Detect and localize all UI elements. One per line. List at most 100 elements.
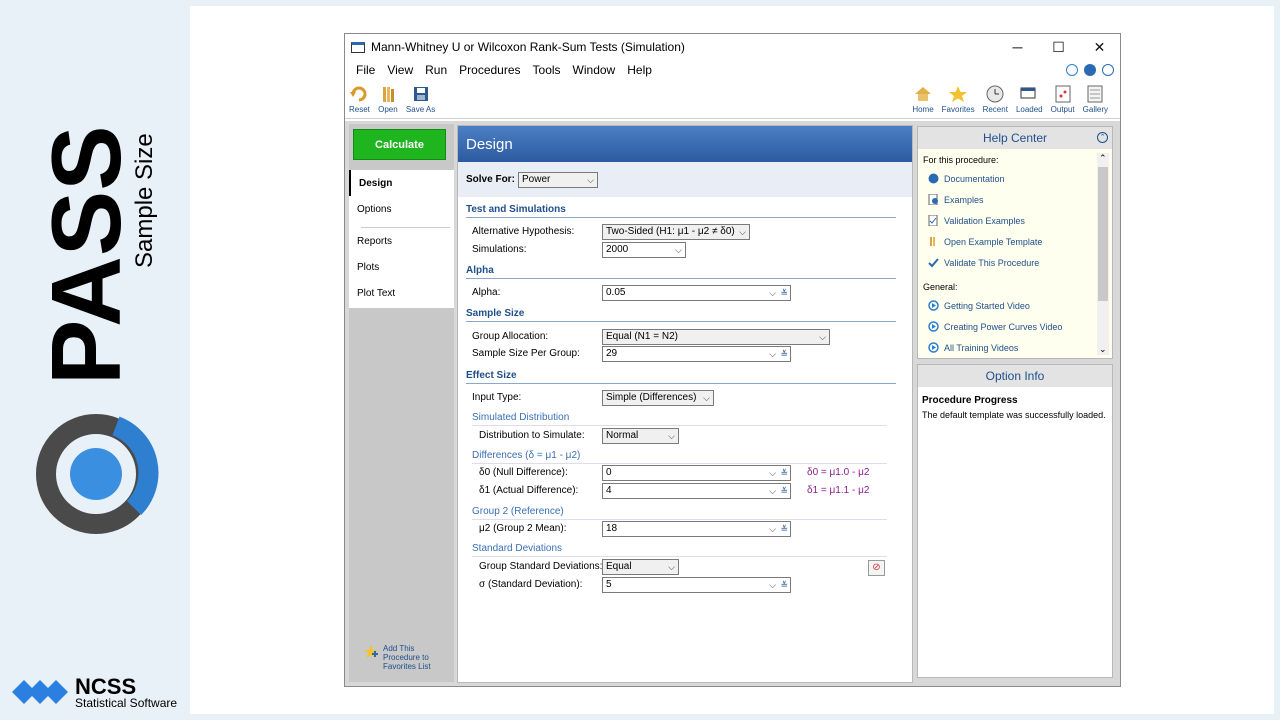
scroll-up-icon[interactable]: ⌃ bbox=[1099, 153, 1107, 164]
left-navigation: Calculate Design Options Reports Plots P… bbox=[349, 124, 454, 682]
subsection-standard-deviations: Standard Deviations bbox=[472, 543, 887, 557]
collapse-icon[interactable]: ⌃ bbox=[1097, 132, 1108, 143]
loaded-button[interactable]: Loaded bbox=[1016, 84, 1043, 114]
window-icon bbox=[1020, 87, 1036, 99]
menu-procedures[interactable]: Procedures bbox=[453, 63, 526, 77]
pass-logo-text: PASS bbox=[40, 125, 130, 385]
sample-size-input[interactable]: 29 ⌵ ≚ bbox=[602, 346, 791, 362]
open-label: Open bbox=[378, 105, 398, 114]
minimize-button[interactable]: ─ bbox=[997, 39, 1038, 55]
group-sd-select[interactable]: Equal ⌵ bbox=[602, 559, 679, 575]
menu-window[interactable]: Window bbox=[567, 63, 622, 77]
help-icon[interactable] bbox=[1084, 63, 1096, 76]
alpha-input[interactable]: 0.05 ⌵ ≚ bbox=[602, 285, 791, 301]
help-scrollbar[interactable]: ⌃ ⌄ bbox=[1097, 153, 1109, 355]
sample-size-tagline: Sample Size bbox=[131, 133, 158, 268]
tab-plot-text[interactable]: Plot Text bbox=[349, 280, 454, 306]
reset-section-button[interactable]: ⊘ bbox=[868, 560, 885, 576]
double-chevron-icon[interactable]: ≚ bbox=[780, 484, 788, 498]
help-center-header: Help Center ⌃ bbox=[918, 127, 1112, 149]
help-link-label: Validate This Procedure bbox=[944, 257, 1040, 268]
output-icon bbox=[1055, 85, 1071, 103]
svg-text:Sample Size: Sample Size bbox=[131, 133, 158, 268]
save-as-label: Save As bbox=[405, 105, 436, 114]
dist-label: Distribution to Simulate: bbox=[479, 430, 585, 441]
group-sd-label: Group Standard Deviations: bbox=[479, 561, 603, 572]
menu-view[interactable]: View bbox=[381, 63, 419, 77]
save-as-button[interactable]: Save As bbox=[406, 84, 435, 114]
menu-file[interactable]: File bbox=[350, 63, 381, 77]
simulations-input[interactable]: 2000 ⌵ bbox=[602, 242, 686, 258]
menu-help[interactable]: Help bbox=[621, 63, 658, 77]
menu-tools[interactable]: Tools bbox=[527, 63, 567, 77]
gallery-button[interactable]: Gallery bbox=[1083, 84, 1108, 114]
open-button[interactable]: Open bbox=[378, 84, 398, 114]
section-effect-size: Effect Size bbox=[466, 370, 896, 384]
output-button[interactable]: Output bbox=[1051, 84, 1075, 114]
delta0-input[interactable]: 0 ⌵ ≚ bbox=[602, 465, 791, 481]
dist-select[interactable]: Normal ⌵ bbox=[602, 428, 679, 444]
help-link-documentation[interactable]: Documentation bbox=[928, 173, 1005, 184]
group-alloc-select[interactable]: Equal (N1 = N2) ⌵ bbox=[602, 329, 830, 345]
tab-plots[interactable]: Plots bbox=[349, 254, 454, 280]
chevron-down-icon: ⌵ bbox=[819, 332, 826, 342]
favorites-button[interactable]: Favorites bbox=[942, 84, 975, 114]
mu2-input[interactable]: 18 ⌵ ≚ bbox=[602, 521, 791, 537]
delta0-note: δ0 = μ1.0 - μ2 bbox=[807, 467, 870, 478]
play-video-icon[interactable] bbox=[1066, 63, 1078, 76]
group-alloc-value: Equal (N1 = N2) bbox=[606, 331, 678, 342]
help-link-all-training-videos[interactable]: All Training Videos bbox=[928, 342, 1018, 353]
chevron-down-icon: ⌵ bbox=[587, 175, 594, 185]
add-fav-line-3: Favorites List bbox=[383, 662, 431, 671]
calculate-button[interactable]: Calculate bbox=[353, 129, 446, 160]
collapse-ribbon-icon[interactable] bbox=[1102, 63, 1114, 76]
maximize-button[interactable]: ☐ bbox=[1038, 39, 1079, 56]
home-button[interactable]: Home bbox=[912, 84, 934, 114]
favorites-label: Favorites bbox=[941, 105, 975, 114]
sample-size-label: Sample Size Per Group: bbox=[472, 348, 580, 359]
recent-button[interactable]: Recent bbox=[983, 84, 1008, 114]
simulations-value: 2000 bbox=[606, 244, 629, 255]
add-to-favorites-link[interactable]: Add This Procedure to Favorites List bbox=[363, 644, 453, 671]
alt-hyp-value: Two-Sided (H1: μ1 - μ2 ≠ δ0) bbox=[606, 226, 735, 237]
help-link-label: Validation Examples bbox=[944, 215, 1025, 226]
scroll-thumb[interactable] bbox=[1098, 167, 1108, 301]
help-link-open-example-template[interactable]: Open Example Template bbox=[928, 236, 1042, 247]
procedure-progress-title: Procedure Progress bbox=[922, 395, 1018, 406]
chevron-down-icon: ⌵ bbox=[769, 468, 776, 478]
input-type-select[interactable]: Simple (Differences) ⌵ bbox=[602, 390, 714, 406]
double-chevron-icon[interactable]: ≚ bbox=[780, 347, 788, 361]
delta1-input[interactable]: 4 ⌵ ≚ bbox=[602, 483, 791, 499]
sigma-input[interactable]: 5 ⌵ ≚ bbox=[602, 577, 791, 593]
menu-run[interactable]: Run bbox=[419, 63, 453, 77]
help-link-getting-started-video[interactable]: Getting Started Video bbox=[928, 300, 1030, 311]
double-chevron-icon[interactable]: ≚ bbox=[780, 466, 788, 480]
scroll-down-icon[interactable]: ⌄ bbox=[1099, 344, 1107, 355]
toolbar: Reset Open Save As Home Favorites Recent… bbox=[345, 79, 1120, 119]
tab-options[interactable]: Options bbox=[349, 196, 454, 222]
tab-reports[interactable]: Reports bbox=[349, 228, 454, 254]
delta1-note: δ1 = μ1.1 - μ2 bbox=[807, 485, 870, 496]
design-header: Design bbox=[458, 126, 912, 162]
double-chevron-icon[interactable]: ≚ bbox=[780, 578, 788, 592]
chevron-down-icon: ⌵ bbox=[675, 245, 682, 255]
output-label: Output bbox=[1050, 105, 1075, 114]
solve-for-select[interactable]: Power ⌵ bbox=[518, 172, 598, 188]
reset-button[interactable]: Reset bbox=[349, 84, 370, 114]
close-button[interactable]: ✕ bbox=[1079, 39, 1120, 56]
tab-design[interactable]: Design bbox=[349, 170, 454, 196]
open-icon bbox=[930, 237, 935, 246]
help-link-validation-examples[interactable]: Validation Examples bbox=[928, 215, 1025, 226]
menu-bar: File View Run Procedures Tools Window He… bbox=[345, 60, 1120, 79]
help-link-power-curves-video[interactable]: Creating Power Curves Video bbox=[928, 321, 1062, 332]
double-chevron-icon[interactable]: ≚ bbox=[780, 522, 788, 536]
section-test-simulations: Test and Simulations bbox=[466, 204, 896, 218]
help-link-examples[interactable]: Examples bbox=[928, 194, 984, 205]
alt-hyp-select[interactable]: Two-Sided (H1: μ1 - μ2 ≠ δ0) ⌵ bbox=[602, 224, 750, 240]
subsection-differences: Differences (δ = μ1 - μ2) bbox=[472, 450, 887, 464]
solve-for-label: Solve For: bbox=[466, 174, 515, 185]
help-link-validate-procedure[interactable]: Validate This Procedure bbox=[928, 257, 1039, 268]
double-chevron-icon[interactable]: ≚ bbox=[780, 286, 788, 300]
dist-value: Normal bbox=[606, 430, 639, 441]
help-link-label: All Training Videos bbox=[944, 342, 1019, 353]
